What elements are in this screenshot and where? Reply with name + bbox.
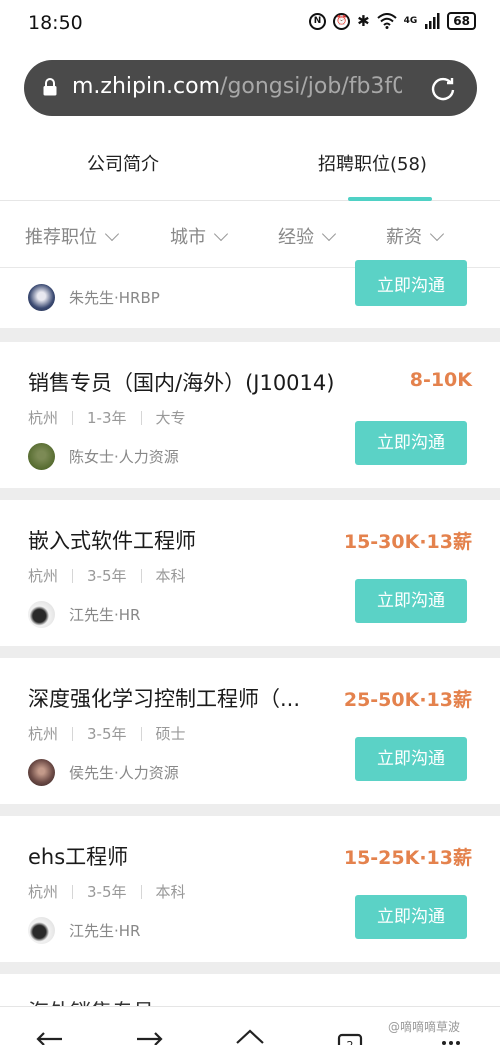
tag-experience: 3-5年 (87, 883, 127, 901)
divider (140, 884, 142, 899)
recruiter: 朱先生·HRBP (28, 284, 160, 311)
avatar (28, 917, 55, 944)
divider (72, 884, 74, 899)
job-tags: 杭州 3-5年 硕士 (28, 723, 186, 744)
avatar (28, 443, 55, 470)
company-tabs: 公司简介 招聘职位(58) (0, 130, 500, 201)
recruiter-name: 朱先生·HRBP (69, 289, 160, 307)
battery-icon: 68 (447, 12, 476, 30)
tab-job-openings[interactable]: 招聘职位(58) (318, 150, 427, 176)
filter-label: 城市 (170, 227, 206, 248)
tab-company-intro[interactable]: 公司简介 (87, 150, 159, 176)
signal-icon (425, 13, 440, 29)
watermark: @嘀嘀嘀草波 (388, 1020, 461, 1034)
url-text[interactable]: m.zhipin.com/gongsi/job/fb3f028l (72, 74, 402, 99)
chevron-down-icon (104, 226, 120, 241)
forward-icon[interactable] (135, 1017, 165, 1045)
chat-now-button[interactable]: 立即沟通 (355, 737, 467, 781)
job-card[interactable]: 销售专员（国内/海外）(J10014) 8-10K 杭州 1-3年 大专 陈女士… (0, 342, 500, 488)
bluetooth-icon: ✱ (357, 12, 370, 30)
nfc-icon: N (309, 12, 327, 30)
job-card[interactable]: 嵌入式软件工程师 15-30K·13薪 杭州 3-5年 本科 江先生·HR 立即… (0, 500, 500, 646)
filter-experience[interactable]: 经验 (278, 223, 337, 249)
divider (72, 726, 74, 741)
job-salary: 15-30K·13薪 (343, 531, 472, 553)
avatar (28, 284, 55, 311)
job-title: 海外销售专员 (28, 996, 154, 1006)
status-icons: N ⏰ ✱ 4G 68 (309, 12, 476, 30)
url-path: /gongsi/job/fb3f028l (220, 74, 402, 99)
filter-salary[interactable]: 薪资 (386, 223, 445, 249)
reload-icon[interactable] (429, 74, 457, 102)
home-icon[interactable] (235, 1017, 265, 1045)
tag-experience: 3-5年 (87, 725, 127, 743)
chat-now-button[interactable]: 立即沟通 (355, 579, 467, 623)
divider (140, 568, 142, 583)
back-icon[interactable] (34, 1017, 64, 1045)
tag-city: 杭州 (28, 883, 59, 901)
tag-education: 大专 (155, 409, 186, 427)
filter-bar: 推荐职位 城市 经验 薪资 (0, 201, 500, 268)
job-salary: 8-10K (409, 369, 472, 391)
job-card[interactable]: 深度强化学习控制工程师（... 25-50K·13薪 杭州 3-5年 硕士 侯先… (0, 658, 500, 804)
job-tags: 杭州 3-5年 本科 (28, 881, 186, 902)
tag-city: 杭州 (28, 567, 59, 585)
recruiter: 陈女士·人力资源 (28, 443, 179, 470)
chat-now-button[interactable]: 立即沟通 (355, 260, 467, 306)
recruiter-name: 陈女士·人力资源 (69, 448, 179, 466)
job-card-peek[interactable]: 海外销售专员 (0, 974, 500, 1006)
tag-education: 本科 (155, 883, 186, 901)
browser-toolbar: m.zhipin.com/gongsi/job/fb3f028l (0, 50, 500, 130)
divider (72, 410, 74, 425)
filter-label: 经验 (278, 227, 314, 248)
status-bar: 18:50 N ⏰ ✱ 4G 68 (0, 0, 500, 50)
recruiter: 江先生·HR (28, 601, 140, 628)
tag-experience: 3-5年 (87, 567, 127, 585)
recruiter-name: 江先生·HR (69, 922, 141, 940)
filter-label: 推荐职位 (25, 227, 97, 248)
wifi-icon (376, 13, 397, 29)
filter-city[interactable]: 城市 (170, 223, 229, 249)
job-card[interactable]: ehs工程师 15-25K·13薪 杭州 3-5年 本科 江先生·HR 立即沟通 (0, 816, 500, 962)
status-time: 18:50 (28, 12, 83, 34)
lock-icon (43, 78, 57, 96)
job-title: 嵌入式软件工程师 (28, 529, 196, 553)
divider (72, 568, 74, 583)
job-card-partial[interactable]: 立即沟通 朱先生·HRBP (0, 260, 500, 328)
address-bar[interactable]: m.zhipin.com/gongsi/job/fb3f028l (24, 60, 477, 116)
filter-label: 薪资 (386, 227, 422, 248)
alarm-icon: ⏰ (333, 12, 351, 30)
job-title: 深度强化学习控制工程师（... (28, 687, 301, 711)
recruiter: 侯先生·人力资源 (28, 759, 179, 786)
chat-now-button[interactable]: 立即沟通 (355, 895, 467, 939)
job-tags: 杭州 1-3年 大专 (28, 407, 186, 428)
recruiter: 江先生·HR (28, 917, 140, 944)
tag-city: 杭州 (28, 409, 59, 427)
network-label: 4G (403, 16, 418, 26)
svg-text:2: 2 (347, 1039, 354, 1045)
avatar (28, 601, 55, 628)
job-title: ehs工程师 (28, 845, 129, 869)
divider (140, 410, 142, 425)
tag-city: 杭州 (28, 725, 59, 743)
filter-recommended[interactable]: 推荐职位 (25, 223, 120, 249)
job-salary: 25-50K·13薪 (343, 689, 472, 711)
divider (140, 726, 142, 741)
job-tags: 杭州 3-5年 本科 (28, 565, 186, 586)
chevron-down-icon (321, 226, 337, 241)
chevron-down-icon (213, 226, 229, 241)
url-domain: m.zhipin.com (72, 74, 221, 99)
tag-experience: 1-3年 (87, 409, 127, 427)
tag-education: 硕士 (155, 725, 186, 743)
job-salary: 15-25K·13薪 (343, 847, 472, 869)
recruiter-name: 侯先生·人力资源 (69, 764, 179, 782)
job-title: 销售专员（国内/海外）(J10014) (28, 371, 335, 395)
chat-now-button[interactable]: 立即沟通 (355, 421, 467, 465)
chevron-down-icon (429, 226, 445, 241)
avatar (28, 759, 55, 786)
tabs-icon[interactable]: 2 (335, 1017, 365, 1045)
tag-education: 本科 (155, 567, 186, 585)
recruiter-name: 江先生·HR (69, 606, 141, 624)
